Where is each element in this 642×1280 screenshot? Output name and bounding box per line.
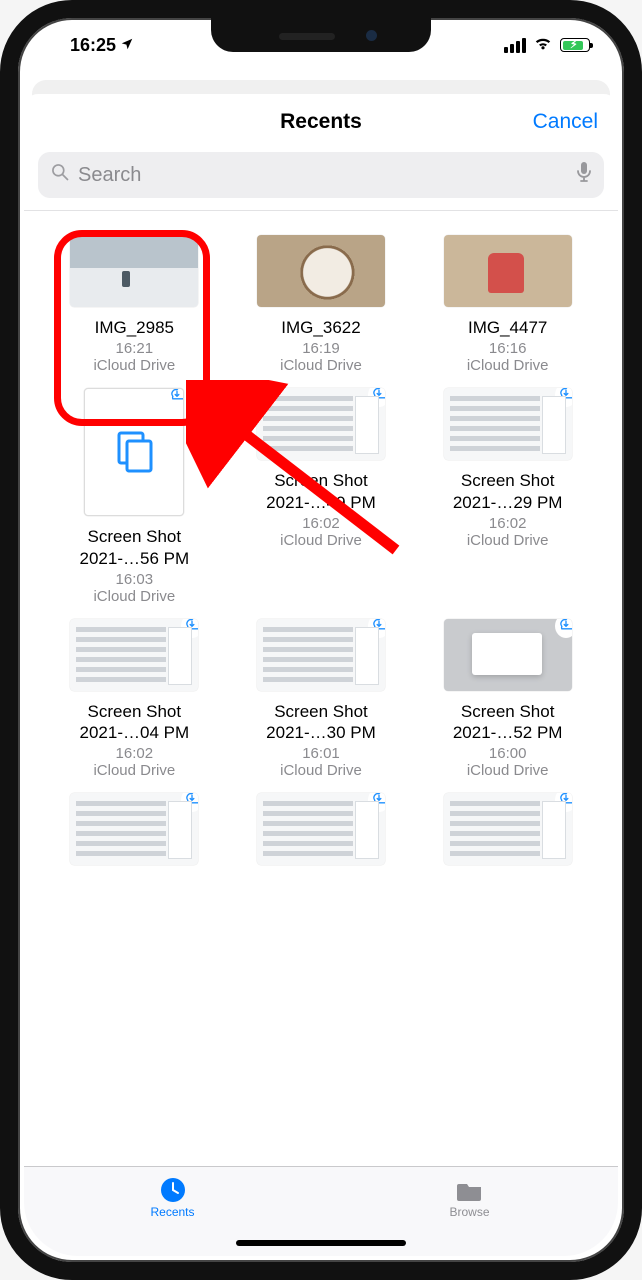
wifi-icon — [533, 35, 553, 56]
file-item[interactable]: IMG_3622 16:19iCloud Drive — [231, 235, 412, 374]
file-location: iCloud Drive — [44, 357, 225, 374]
file-name: Screen Shot 2021-…29 PM — [417, 470, 598, 513]
file-time: 16:16 — [417, 340, 598, 357]
cellular-icon — [504, 38, 526, 53]
tab-bar: Recents Browse — [24, 1166, 618, 1256]
clock-time: 16:25 — [70, 35, 116, 56]
file-item[interactable]: Screen Shot 2021-…29 PM 16:02iCloud Drive — [417, 388, 598, 605]
file-thumbnail — [444, 235, 572, 307]
file-name: Screen Shot 2021-…04 PM — [44, 701, 225, 744]
cloud-download-icon — [555, 619, 572, 638]
status-time: 16:25 — [70, 35, 134, 56]
cloud-download-icon — [555, 388, 572, 407]
battery-icon: ⚡︎ — [560, 38, 590, 52]
file-thumbnail — [444, 793, 572, 865]
file-name: Screen Shot 2021-…49 PM — [231, 470, 412, 513]
location-icon — [120, 35, 134, 56]
file-thumbnail — [257, 388, 385, 460]
file-thumbnail — [257, 793, 385, 865]
cloud-download-icon — [181, 619, 198, 638]
page-title: Recents — [280, 110, 362, 134]
file-name: IMG_2985 — [44, 317, 225, 338]
file-time: 16:19 — [231, 340, 412, 357]
nav-bar: Recents Cancel — [24, 94, 618, 150]
file-item[interactable] — [231, 793, 412, 875]
cloud-download-icon — [368, 388, 385, 407]
file-thumbnail — [444, 619, 572, 691]
file-name: Screen Shot 2021-…52 PM — [417, 701, 598, 744]
file-thumbnail — [70, 235, 198, 307]
file-location: iCloud Drive — [44, 762, 225, 779]
file-thumbnail — [84, 388, 184, 516]
file-time: 16:02 — [231, 515, 412, 532]
file-item[interactable]: Screen Shot 2021-…49 PM 16:02iCloud Drive — [231, 388, 412, 605]
file-thumbnail — [257, 619, 385, 691]
file-location: iCloud Drive — [417, 357, 598, 374]
file-item[interactable]: Screen Shot 2021-…52 PM16:00iCloud Drive — [417, 619, 598, 780]
file-name: IMG_3622 — [231, 317, 412, 338]
clock-icon — [158, 1175, 188, 1205]
file-time: 16:02 — [417, 515, 598, 532]
file-name: Screen Shot 2021-…30 PM — [231, 701, 412, 744]
file-location: iCloud Drive — [231, 762, 412, 779]
file-item[interactable]: Screen Shot 2021-…30 PM16:01iCloud Drive — [231, 619, 412, 780]
files-picker-sheet: Recents Cancel Search IMG_298516:21iClou… — [24, 94, 618, 1256]
cloud-download-icon — [166, 388, 184, 408]
file-location: iCloud Drive — [231, 357, 412, 374]
file-thumbnail — [70, 619, 198, 691]
home-indicator[interactable] — [236, 1240, 406, 1246]
file-time: 16:02 — [44, 745, 225, 762]
file-item[interactable]: Screen Shot 2021-…04 PM16:02iCloud Drive — [44, 619, 225, 780]
file-location: iCloud Drive — [417, 532, 598, 549]
file-item[interactable]: IMG_2985 16:21iCloud Drive — [44, 235, 225, 374]
cloud-download-icon — [368, 619, 385, 638]
search-field[interactable]: Search — [38, 152, 604, 198]
device-notch — [211, 18, 431, 52]
file-thumbnail — [257, 235, 385, 307]
dictation-icon[interactable] — [576, 161, 592, 189]
cloud-download-icon — [181, 793, 198, 812]
file-item[interactable]: IMG_4477 16:16iCloud Drive — [417, 235, 598, 374]
file-location: iCloud Drive — [231, 532, 412, 549]
cloud-download-icon — [555, 793, 572, 812]
recents-tab-label: Recents — [150, 1205, 194, 1219]
browse-tab-label: Browse — [449, 1205, 489, 1219]
cloud-download-icon — [368, 793, 385, 812]
file-time: 16:03 — [44, 571, 225, 588]
file-time: 16:21 — [44, 340, 225, 357]
file-item[interactable]: Screen Shot 2021-…56 PM 16:03iCloud Drive — [44, 388, 225, 605]
file-item[interactable] — [417, 793, 598, 875]
file-item[interactable] — [44, 793, 225, 875]
file-name: Screen Shot 2021-…56 PM — [44, 526, 225, 569]
copy-doc-icon — [111, 429, 157, 475]
file-thumbnail — [70, 793, 198, 865]
file-time: 16:01 — [231, 745, 412, 762]
file-name: IMG_4477 — [417, 317, 598, 338]
file-location: iCloud Drive — [44, 588, 225, 605]
search-placeholder: Search — [78, 164, 141, 187]
search-icon — [50, 162, 70, 188]
folder-icon — [455, 1175, 485, 1205]
file-thumbnail — [444, 388, 572, 460]
file-time: 16:00 — [417, 745, 598, 762]
file-location: iCloud Drive — [417, 762, 598, 779]
cancel-button[interactable]: Cancel — [533, 110, 598, 134]
